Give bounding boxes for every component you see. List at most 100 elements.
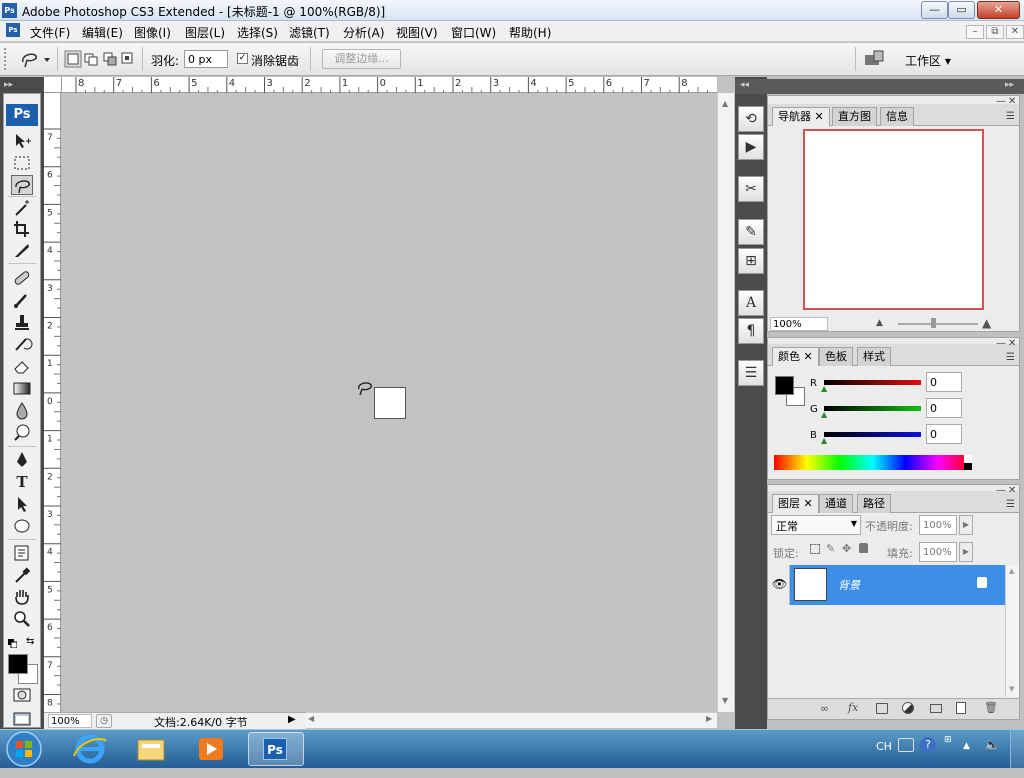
scroll-left-icon[interactable]: ◀	[308, 714, 314, 723]
menu-filter[interactable]: 滤镜(T)	[289, 24, 330, 41]
character-panel-icon[interactable]: A	[738, 290, 764, 316]
options-grip[interactable]	[4, 48, 12, 70]
doc-restore-button[interactable]: ⧉	[986, 25, 1004, 39]
color-spectrum-bar[interactable]	[774, 455, 971, 470]
tab-styles[interactable]: 样式	[857, 347, 891, 366]
collapse-toolbox-icon[interactable]: ▸▸	[4, 80, 13, 90]
zoom-tool-icon[interactable]	[11, 609, 33, 629]
menu-analysis[interactable]: 分析(A)	[343, 24, 385, 41]
fill-arrow-icon[interactable]: ▶	[959, 542, 973, 562]
quick-mask-icon[interactable]	[13, 688, 31, 702]
green-value-input[interactable]	[926, 398, 962, 418]
doc-close-button[interactable]: ✕	[1006, 25, 1024, 39]
panel-minimize-icon[interactable]: —	[996, 485, 1006, 496]
start-button[interactable]	[4, 730, 44, 768]
volume-icon[interactable]: 🔈	[984, 738, 1000, 753]
refine-edge-button[interactable]: 调整边缘...	[322, 49, 401, 69]
status-info-icon[interactable]: ◷	[96, 714, 112, 728]
green-slider[interactable]	[824, 406, 921, 411]
add-to-selection-button[interactable]	[83, 50, 101, 68]
paragraph-panel-icon[interactable]: ¶	[738, 318, 764, 344]
type-tool-icon[interactable]: T	[11, 472, 33, 492]
layers-scroll-down-icon[interactable]: ▼	[1009, 685, 1014, 693]
bridge-icon[interactable]	[862, 49, 886, 69]
layer-thumbnail[interactable]	[794, 568, 827, 601]
layers-scrollbar[interactable]: ▲ ▼	[1005, 565, 1019, 697]
tab-layers[interactable]: 图层 ✕	[772, 494, 819, 513]
close-button[interactable]: ✕	[977, 1, 1020, 19]
scroll-up-icon[interactable]: ▲	[722, 99, 728, 108]
slice-tool-icon[interactable]	[11, 240, 33, 260]
spectrum-black-swatch[interactable]	[964, 463, 972, 470]
minimize-button[interactable]: —	[921, 1, 948, 19]
blue-slider[interactable]	[824, 432, 921, 437]
taskbar-photoshop-button[interactable]: Ps	[248, 732, 304, 766]
vertical-scrollbar[interactable]: ▲ ▼	[717, 93, 734, 712]
feather-input[interactable]	[184, 50, 228, 68]
clone-source-panel-icon[interactable]: ⊞	[738, 248, 764, 274]
move-tool-icon[interactable]	[11, 131, 33, 151]
new-group-icon[interactable]	[930, 704, 942, 713]
status-menu-arrow-icon[interactable]: ▶	[288, 714, 296, 725]
expand-dock-icon[interactable]: ◂◂	[740, 80, 749, 90]
scroll-right-icon[interactable]: ▶	[706, 714, 712, 723]
navigator-zoom-input[interactable]	[770, 317, 828, 331]
media-player-icon[interactable]	[186, 732, 236, 766]
dodge-tool-icon[interactable]	[11, 422, 33, 442]
blend-mode-select[interactable]: 正常 ▼	[771, 515, 861, 535]
zoom-out-icon[interactable]: ▲	[876, 318, 883, 328]
layers-menu-icon[interactable]: ☰	[1006, 499, 1015, 510]
ellipse-tool-icon[interactable]	[11, 516, 33, 536]
tool-preset-picker[interactable]	[18, 48, 54, 70]
blue-slider-thumb[interactable]: ▲	[821, 436, 827, 445]
menu-window[interactable]: 窗口(W)	[451, 24, 496, 41]
subtract-from-selection-button[interactable]	[101, 50, 119, 68]
navigator-preview[interactable]	[803, 129, 984, 310]
clone-stamp-tool-icon[interactable]	[11, 312, 33, 332]
language-indicator[interactable]: CH	[876, 740, 892, 753]
tab-paths[interactable]: 路径	[857, 494, 891, 513]
color-menu-icon[interactable]: ☰	[1006, 352, 1015, 363]
tab-navigator[interactable]: 导航器 ✕	[772, 107, 830, 126]
swap-colors-icon[interactable]: ⇆	[26, 636, 38, 648]
blur-tool-icon[interactable]	[11, 400, 33, 420]
tab-swatches[interactable]: 色板	[819, 347, 853, 366]
document-canvas[interactable]	[374, 387, 406, 419]
windows-explorer-icon[interactable]	[126, 732, 176, 766]
document-info[interactable]: 文档:2.64K/0 字节	[154, 714, 248, 730]
help-icon[interactable]: ?	[920, 737, 936, 753]
toolbox-ps-logo[interactable]: Ps	[6, 104, 38, 126]
notes-tool-icon[interactable]	[11, 543, 33, 563]
screen-mode-icon[interactable]	[13, 712, 31, 726]
history-brush-tool-icon[interactable]	[11, 334, 33, 354]
maximize-button[interactable]: ▭	[948, 1, 975, 19]
default-colors-icon[interactable]	[8, 637, 18, 649]
panel-close-icon[interactable]: ✕	[1008, 338, 1016, 349]
layers-scroll-up-icon[interactable]: ▲	[1009, 567, 1014, 575]
opacity-arrow-icon[interactable]: ▶	[959, 515, 973, 535]
menu-view[interactable]: 视图(V)	[396, 24, 438, 41]
lock-transparency-icon[interactable]	[810, 544, 820, 554]
new-layer-icon[interactable]	[956, 702, 966, 714]
new-selection-button[interactable]	[64, 50, 82, 68]
panel-minimize-icon[interactable]: —	[996, 96, 1006, 107]
navigator-zoom-thumb[interactable]	[931, 318, 936, 328]
vertical-ruler[interactable]: 7 6 5 4 3 2 1 0 1 2 3 4 5 6 7 8	[44, 93, 61, 724]
tab-channels[interactable]: 通道	[819, 494, 853, 513]
link-layers-icon[interactable]: ∞	[820, 702, 829, 715]
navigator-zoom-slider[interactable]	[898, 323, 978, 325]
photoshop-icon[interactable]: Ps	[6, 23, 20, 37]
panel-minimize-icon[interactable]: —	[996, 338, 1006, 349]
ime-options-icon[interactable]: ⊞	[944, 735, 952, 745]
panel-close-icon[interactable]: ✕	[1008, 96, 1016, 107]
pen-tool-icon[interactable]	[11, 450, 33, 470]
zoom-level-input[interactable]	[48, 714, 92, 728]
opacity-input[interactable]	[919, 515, 957, 535]
menu-layer[interactable]: 图层(L)	[185, 24, 225, 41]
layer-comps-panel-icon[interactable]: ☰	[738, 360, 764, 386]
magic-wand-tool-icon[interactable]	[11, 198, 33, 218]
layer-style-icon[interactable]: fx	[848, 701, 858, 714]
blue-value-input[interactable]	[926, 424, 962, 444]
layer-visibility-toggle[interactable]: 👁	[768, 565, 790, 605]
lasso-tool-icon[interactable]	[11, 175, 33, 195]
